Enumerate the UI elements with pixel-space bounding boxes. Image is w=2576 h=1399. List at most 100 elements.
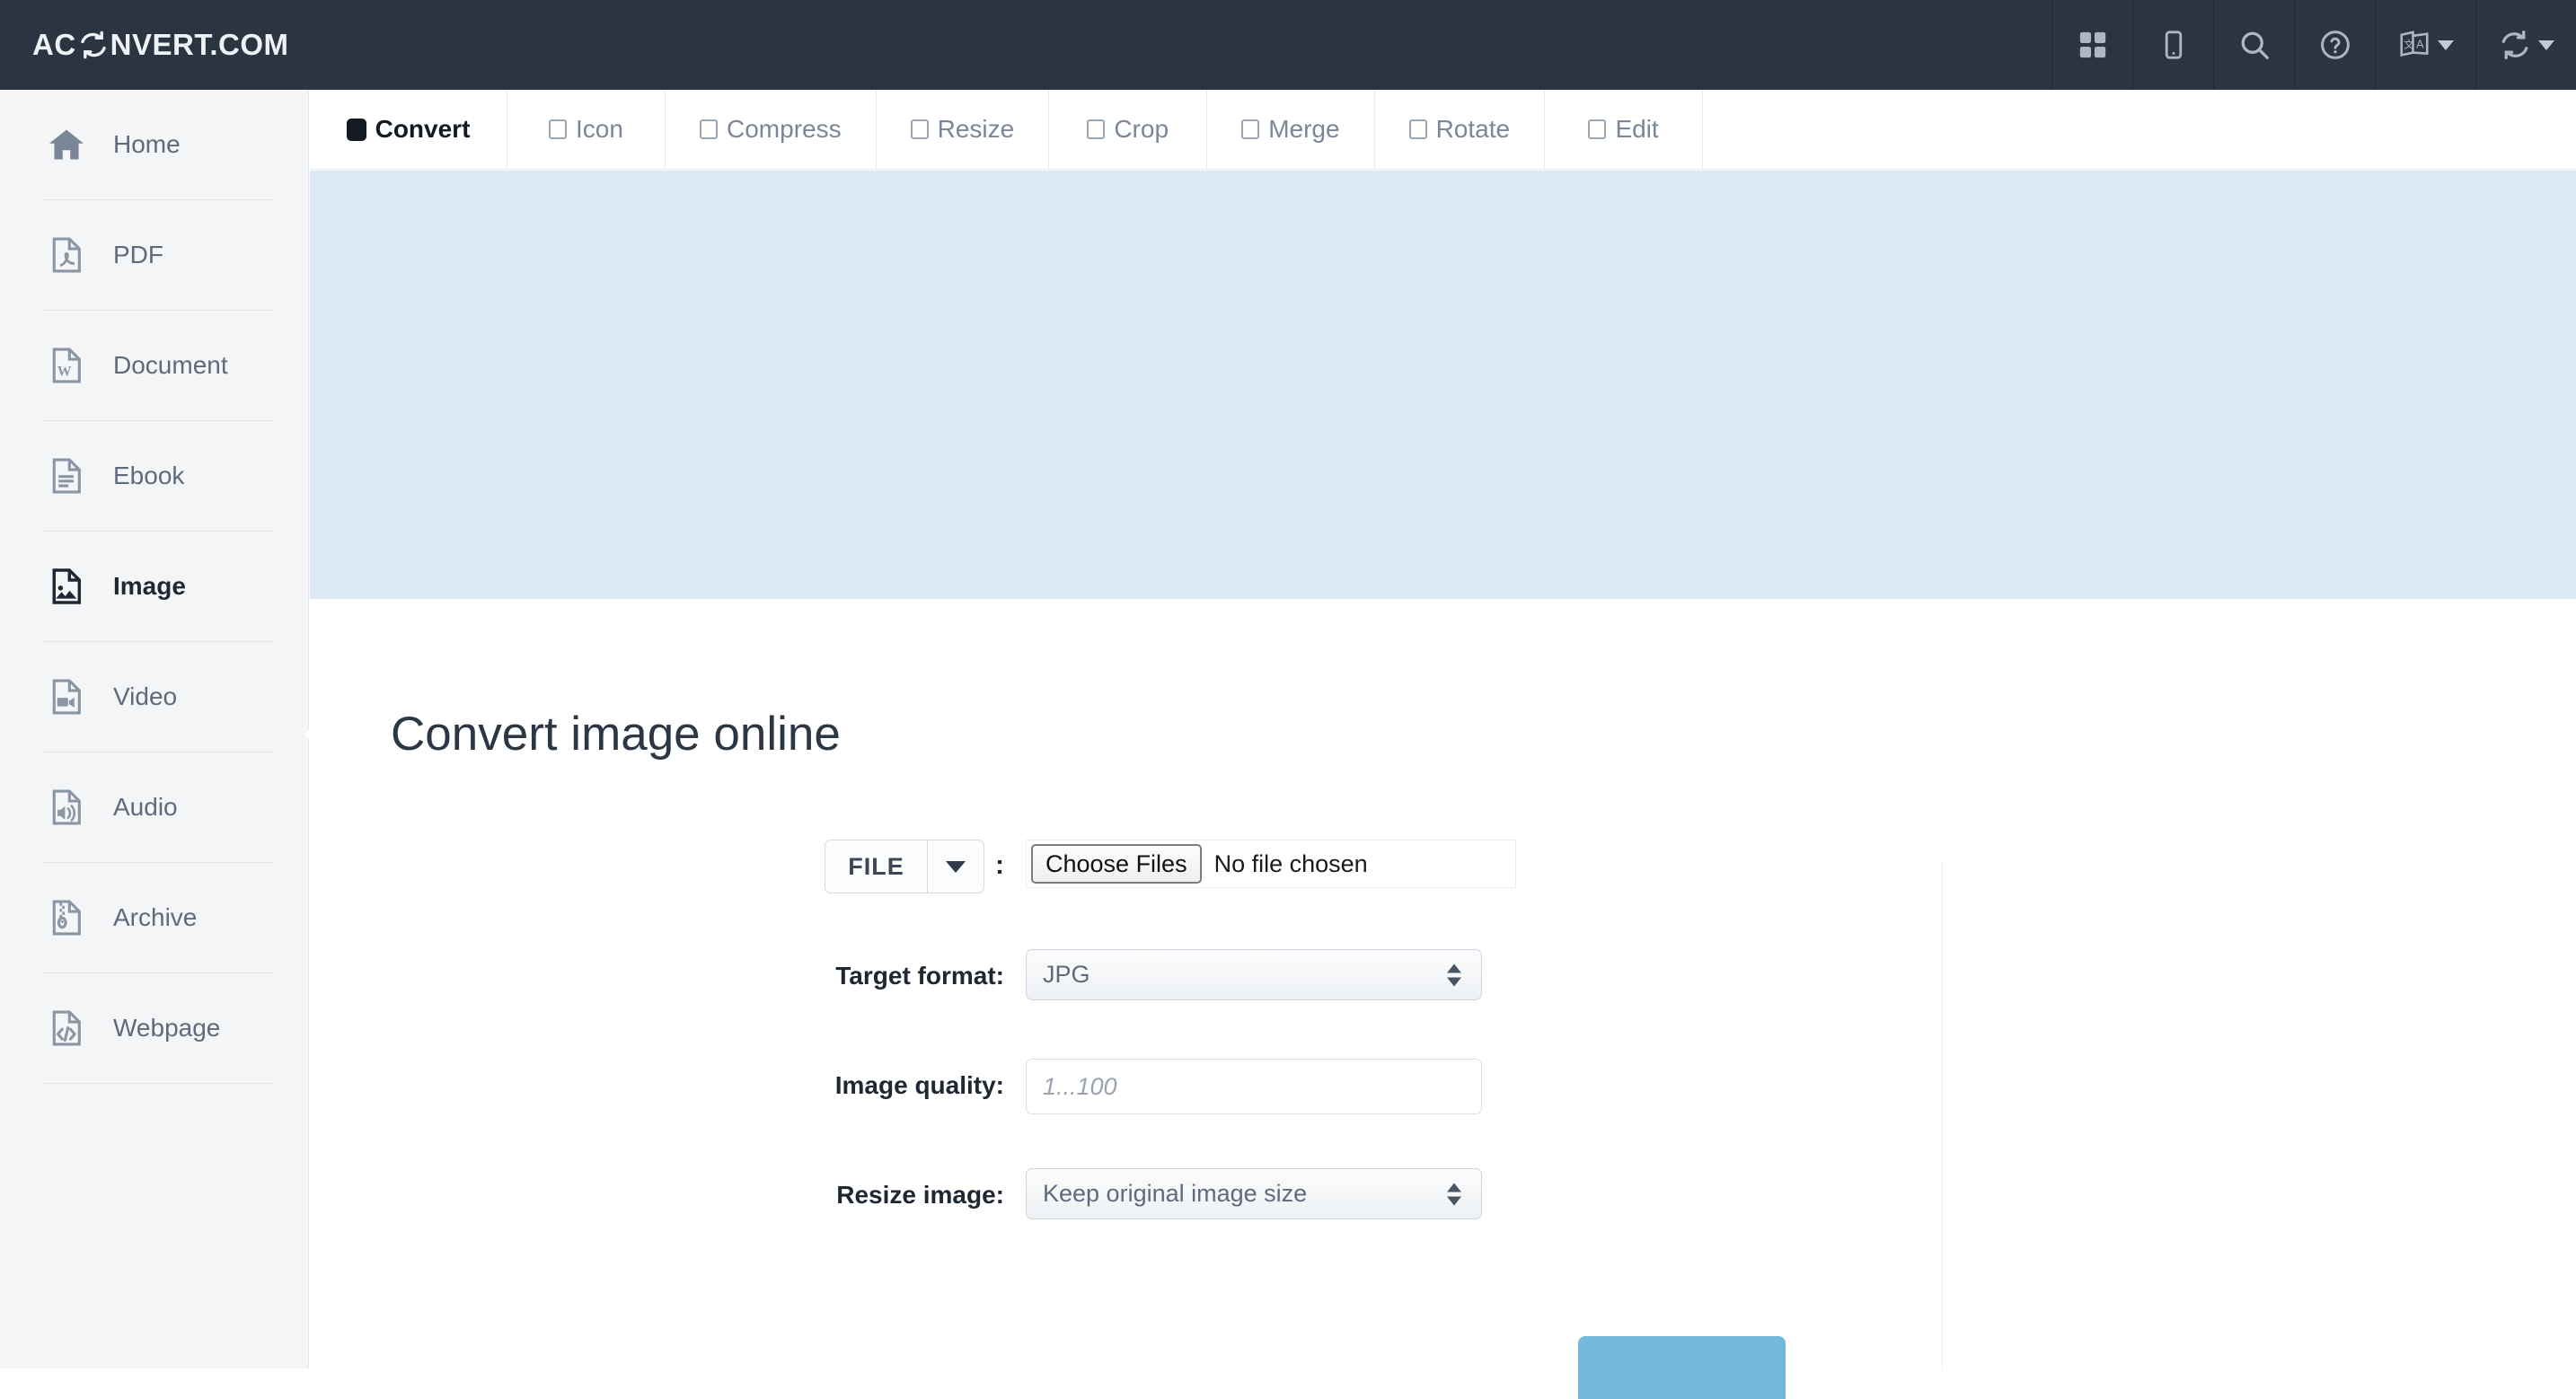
main-content: Convert image online FILE : Choose Files… xyxy=(310,599,2576,1368)
chevron-down-icon xyxy=(2437,40,2454,50)
select-spinner-icon xyxy=(1447,963,1461,986)
target-format-value: JPG xyxy=(1043,961,1090,988)
page-title: Convert image online xyxy=(391,708,841,761)
source-type-cell: FILE : xyxy=(310,840,1026,893)
tab-label: Convert xyxy=(375,115,471,143)
sidebar-item-webpage[interactable]: Webpage xyxy=(0,973,308,1083)
video-file-icon xyxy=(43,677,90,717)
convert-circular-arrows-icon xyxy=(78,30,109,60)
tab-convert[interactable]: Convert xyxy=(310,90,507,169)
image-quality-label: Image quality: xyxy=(834,1071,1004,1099)
tab-marker-icon xyxy=(910,119,929,139)
content-column-divider xyxy=(1942,860,1943,1368)
tab-crop[interactable]: Crop xyxy=(1049,90,1208,169)
sidebar-divider xyxy=(43,1083,274,1084)
choose-files-button[interactable]: Choose Files xyxy=(1031,844,1202,884)
archive-zip-icon xyxy=(43,898,90,937)
resize-image-value: Keep original image size xyxy=(1043,1180,1308,1207)
tab-label: Edit xyxy=(1615,115,1659,143)
source-type-dropdown[interactable]: FILE xyxy=(825,840,984,893)
brand-prefix: AC xyxy=(32,28,76,61)
source-type-label: FILE xyxy=(848,852,904,880)
apps-grid-icon[interactable] xyxy=(2051,0,2132,90)
audio-file-icon xyxy=(43,787,90,827)
tool-tab-bar: Convert Icon Compress Resize Crop Merge … xyxy=(310,90,2576,170)
tab-marker-icon xyxy=(549,119,568,139)
tab-edit[interactable]: Edit xyxy=(1545,90,1704,169)
sidebar-item-document[interactable]: W Document xyxy=(0,311,308,420)
svg-text:文: 文 xyxy=(2404,38,2414,50)
svg-text:W: W xyxy=(57,365,72,380)
tab-label: Icon xyxy=(576,115,623,143)
pdf-file-icon xyxy=(43,235,90,275)
resize-image-select[interactable]: Keep original image size xyxy=(1026,1168,1482,1219)
convert-refresh-icon[interactable] xyxy=(2475,0,2576,90)
file-input[interactable]: Choose Files No file chosen xyxy=(1026,840,1516,888)
left-sidebar: Home PDF W Document Ebook Image Video Au… xyxy=(0,90,309,1368)
tab-compress[interactable]: Compress xyxy=(666,90,877,169)
tab-marker-icon xyxy=(346,118,366,141)
resize-image-label: Resize image: xyxy=(836,1181,1004,1209)
home-icon xyxy=(43,125,90,164)
code-webpage-icon xyxy=(43,1008,90,1048)
form-row-image-quality: Image quality: 1...100 xyxy=(310,1059,1942,1168)
form-row-target-format: Target format: JPG xyxy=(310,949,1942,1059)
tab-marker-icon xyxy=(1087,119,1106,139)
tab-label: Merge xyxy=(1268,115,1340,143)
site-logo[interactable]: AC NVERT.COM xyxy=(32,28,289,62)
sidebar-item-label: PDF xyxy=(113,241,163,268)
convert-form: FILE : Choose Files No file chosen Targe… xyxy=(310,840,1942,1278)
sidebar-item-label: Archive xyxy=(113,903,198,931)
chevron-down-icon xyxy=(2537,40,2554,50)
sidebar-item-pdf[interactable]: PDF xyxy=(0,200,308,310)
file-status-text: No file chosen xyxy=(1213,849,1368,877)
sidebar-item-label: Image xyxy=(113,572,186,600)
file-picker-cell: Choose Files No file chosen xyxy=(1026,840,1942,888)
sidebar-item-image[interactable]: Image xyxy=(0,532,308,641)
search-icon[interactable] xyxy=(2213,0,2294,90)
tab-marker-icon xyxy=(1241,119,1260,139)
sidebar-item-label: Ebook xyxy=(113,462,185,489)
sidebar-item-label: Home xyxy=(113,130,181,158)
tab-merge[interactable]: Merge xyxy=(1207,90,1375,169)
tab-marker-icon xyxy=(700,119,718,139)
target-format-label: Target format: xyxy=(835,962,1004,990)
word-document-icon: W xyxy=(43,346,90,385)
tab-label: Rotate xyxy=(1435,115,1511,143)
tab-resize[interactable]: Resize xyxy=(877,90,1050,169)
mobile-phone-icon[interactable] xyxy=(2132,0,2213,90)
advertisement-banner xyxy=(310,171,2576,599)
sidebar-item-home[interactable]: Home xyxy=(0,90,308,199)
tab-icon[interactable]: Icon xyxy=(507,90,666,169)
svg-text:A: A xyxy=(2416,38,2424,50)
sidebar-item-label: Document xyxy=(113,351,228,379)
convert-submit-button[interactable] xyxy=(1578,1336,1786,1399)
sidebar-item-audio[interactable]: Audio xyxy=(0,752,308,862)
tab-rotate[interactable]: Rotate xyxy=(1375,90,1546,169)
translate-language-icon[interactable]: 文 A xyxy=(2375,0,2475,90)
sidebar-item-label: Audio xyxy=(113,793,178,821)
sidebar-item-archive[interactable]: Archive xyxy=(0,863,308,972)
source-colon: : xyxy=(995,850,1004,880)
help-circle-icon[interactable] xyxy=(2294,0,2375,90)
image-file-icon xyxy=(43,567,90,606)
sidebar-item-label: Webpage xyxy=(113,1014,221,1042)
chevron-down-icon[interactable] xyxy=(927,840,984,893)
form-row-resize-image: Resize image: Keep original image size xyxy=(310,1168,1942,1278)
sidebar-item-video[interactable]: Video xyxy=(0,642,308,752)
top-header-bar: AC NVERT.COM 文 A xyxy=(0,0,2576,90)
tab-label: Crop xyxy=(1114,115,1169,143)
image-quality-input[interactable]: 1...100 xyxy=(1026,1059,1482,1114)
image-quality-placeholder: 1...100 xyxy=(1043,1072,1117,1100)
target-format-select[interactable]: JPG xyxy=(1026,949,1482,1000)
form-row-source: FILE : Choose Files No file chosen xyxy=(310,840,1942,949)
tab-marker-icon xyxy=(1588,119,1607,139)
tab-label: Resize xyxy=(937,115,1015,143)
header-icon-group: 文 A xyxy=(2051,0,2576,90)
brand-suffix: NVERT.COM xyxy=(110,28,289,61)
select-spinner-icon xyxy=(1447,1183,1461,1205)
tab-label: Compress xyxy=(727,115,842,143)
sidebar-item-ebook[interactable]: Ebook xyxy=(0,421,308,531)
ebook-file-icon xyxy=(43,456,90,496)
tab-marker-icon xyxy=(1408,119,1427,139)
